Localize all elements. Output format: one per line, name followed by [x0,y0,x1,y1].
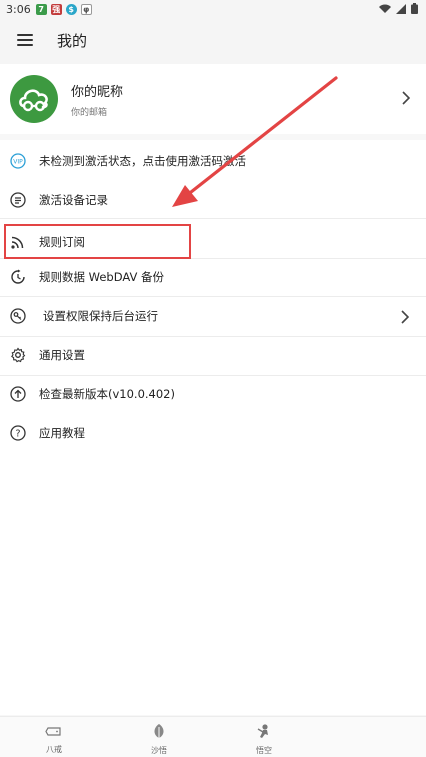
menu-item-label: 通用设置 [39,348,85,362]
hamburger-menu-icon[interactable] [17,34,33,46]
svg-text:?: ? [15,429,20,440]
notification-app-icon: 7 [35,3,47,15]
avatar[interactable] [10,75,58,123]
menu-item-general-settings[interactable]: 通用设置 [0,336,426,375]
upload-icon [10,386,26,402]
profile-nickname: 你的昵称 [71,85,124,100]
vip-badge-icon: VIP [10,153,26,169]
profile-email: 你的邮箱 [71,108,108,118]
menu-item-check-update[interactable]: 检查最新版本(v10.0.402) [0,375,426,414]
notification-app-icon: $ [65,3,77,15]
menu-item-label: 未检测到激活状态，点击使用激活码激活 [39,154,246,168]
status-time: 3:06 [6,2,31,16]
backup-clock-icon [11,269,25,284]
menu-item-label: 检查最新版本(v10.0.402) [39,387,175,401]
highlight-annotation-box [4,224,191,259]
svg-text:VIP: VIP [13,159,23,166]
cloud-logo-icon [19,89,48,112]
battery-icon [411,3,418,14]
tab-shawu[interactable]: 沙悟 [139,723,179,756]
notification-app-icon: 强 [50,3,62,15]
menu-item-label: 设置权限保持后台运行 [43,309,158,323]
tab-wukong[interactable]: 悟空 [244,723,284,756]
tab-bajie[interactable]: 八戒 [34,723,74,755]
divider [0,218,426,219]
monkey-icon [257,724,268,738]
profile-card[interactable]: 你的昵称 你的邮箱 [0,64,426,134]
menu-item-tutorial[interactable]: ? 应用教程 [0,414,426,453]
wifi-icon [379,4,391,13]
page-title: 我的 [57,32,88,50]
gear-icon [11,347,26,363]
tab-label: 沙悟 [151,746,167,755]
signal-icon [396,3,406,14]
tab-label: 悟空 [256,746,272,755]
menu-item-background-permission[interactable]: 设置权限保持后台运行 [0,297,426,336]
menu-item-device-records[interactable]: 激活设备记录 [0,181,426,220]
menu-item-activation[interactable]: VIP 未检测到激活状态，点击使用激活码激活 [0,142,426,181]
chevron-right-icon[interactable] [401,310,409,324]
notification-app-icon: φ [80,3,92,15]
menu-item-label: 规则数据 WebDAV 备份 [39,270,165,284]
list-icon [10,192,26,208]
menu-item-label: 应用教程 [39,426,85,440]
status-bar: 3:06 7 强 $ φ [0,0,426,18]
menu-item-webdav-backup[interactable]: 规则数据 WebDAV 备份 [0,258,426,297]
pig-icon [45,727,61,736]
chevron-right-icon[interactable] [402,91,410,105]
menu-item-label: 激活设备记录 [39,193,108,207]
bottom-navigation: 八戒 沙悟 悟空 [0,716,426,757]
tab-label: 八戒 [46,745,62,754]
help-icon: ? [10,425,26,441]
permission-icon [10,308,26,324]
app-bar: 我的 [0,18,426,64]
leaf-icon [154,724,164,738]
